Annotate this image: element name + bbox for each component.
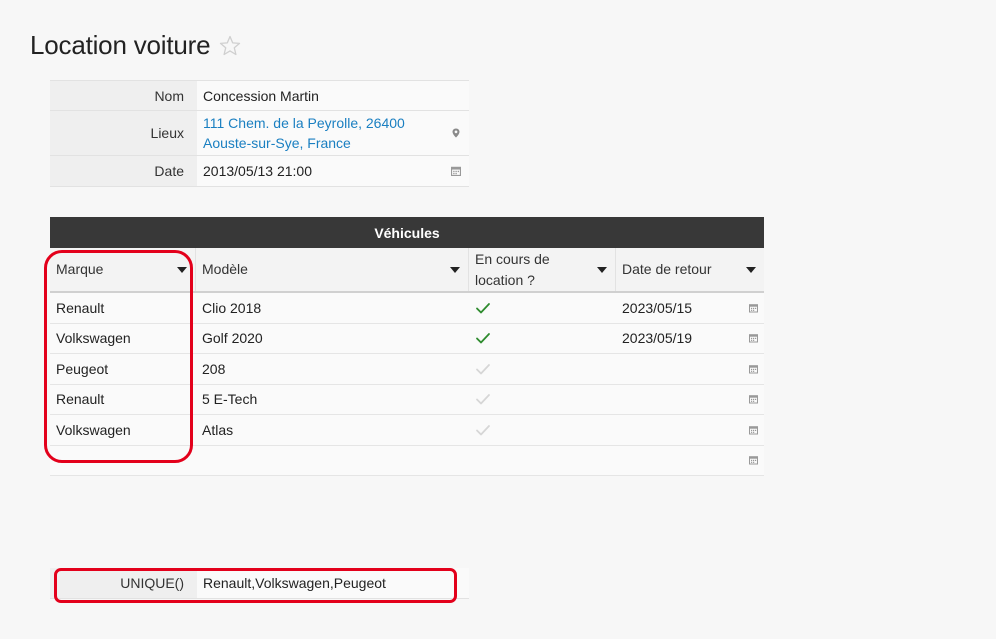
cell-en-cours[interactable] — [469, 354, 616, 384]
page-title: Location voiture — [30, 30, 211, 60]
map-pin-icon[interactable] — [451, 128, 461, 138]
record-form: Nom Concession Martin Lieux 111 Chem. de… — [50, 80, 469, 187]
calendar-icon[interactable] — [451, 166, 461, 176]
address-line-1[interactable]: 111 Chem. de la Peyrolle, 26400 — [203, 113, 405, 133]
date-value[interactable]: 2013/05/13 21:00 — [203, 163, 312, 179]
caret-down-icon[interactable] — [746, 266, 756, 273]
checkmark-icon[interactable] — [475, 300, 491, 316]
cell-marque[interactable]: Volkswagen — [50, 415, 196, 445]
cell-date-retour[interactable] — [616, 415, 764, 445]
cell-date-retour[interactable]: 2023/05/19 — [616, 324, 764, 354]
checkmark-icon[interactable] — [475, 361, 491, 377]
cell-marque[interactable] — [50, 446, 196, 476]
cell-modele[interactable]: 5 E-Tech — [196, 385, 469, 415]
form-row-nom: Nom Concession Martin — [50, 81, 469, 111]
cell-modele[interactable]: 208 — [196, 354, 469, 384]
calendar-icon[interactable] — [749, 364, 758, 374]
cell-date-retour[interactable] — [616, 385, 764, 415]
column-header-label-line-1: En cours de — [475, 250, 550, 267]
address-link[interactable]: 111 Chem. de la Peyrolle, 26400 Aouste-s… — [203, 113, 445, 153]
field-label: Date — [50, 156, 197, 186]
form-row-lieux: Lieux 111 Chem. de la Peyrolle, 26400 Ao… — [50, 111, 469, 156]
table-row: Volkswagen Golf 2020 2023/05/19 — [50, 323, 764, 354]
address-line-2[interactable]: Aouste-sur-Sye, France — [203, 133, 405, 153]
column-header-date-retour[interactable]: Date de retour — [616, 248, 764, 291]
table-row: Peugeot 208 — [50, 354, 764, 385]
formula-value[interactable]: Renault,Volkswagen,Peugeot — [197, 568, 469, 598]
table-title: Véhicules — [50, 217, 764, 248]
calendar-icon[interactable] — [749, 334, 758, 343]
cell-modele[interactable] — [196, 446, 469, 476]
field-lieux-value[interactable]: 111 Chem. de la Peyrolle, 26400 Aouste-s… — [197, 111, 469, 155]
star-outline-icon[interactable] — [218, 34, 242, 58]
field-nom-value[interactable]: Concession Martin — [197, 81, 469, 110]
checkmark-icon[interactable] — [475, 330, 491, 346]
cell-marque[interactable]: Renault — [50, 385, 196, 415]
table-header: Marque Modèle En cours de location ? Dat… — [50, 248, 764, 293]
date-retour-value: 2023/05/19 — [622, 330, 693, 347]
cell-date-retour[interactable] — [616, 446, 764, 476]
column-header-modele[interactable]: Modèle — [196, 248, 469, 291]
cell-date-retour[interactable]: 2023/05/15 — [616, 293, 764, 323]
checkmark-icon[interactable] — [475, 422, 491, 438]
date-retour-value: 2023/05/15 — [622, 299, 693, 316]
field-label: Nom — [50, 81, 197, 110]
column-header-marque[interactable]: Marque — [50, 248, 196, 291]
cell-en-cours[interactable] — [469, 446, 616, 476]
table-row — [50, 445, 764, 476]
cell-marque[interactable]: Renault — [50, 293, 196, 323]
vehicles-table: Véhicules Marque Modèle En cours de loca… — [50, 217, 764, 476]
cell-en-cours[interactable] — [469, 293, 616, 323]
column-header-label-line-2: location ? — [475, 271, 535, 288]
form-row-date: Date 2013/05/13 21:00 — [50, 156, 469, 187]
title-row: Location voiture — [30, 30, 242, 61]
cell-en-cours[interactable] — [469, 324, 616, 354]
calendar-icon[interactable] — [749, 425, 758, 435]
cell-marque[interactable]: Volkswagen — [50, 324, 196, 354]
cell-date-retour[interactable] — [616, 354, 764, 384]
checkmark-icon[interactable] — [475, 391, 491, 407]
cell-modele[interactable]: Clio 2018 — [196, 293, 469, 323]
cell-en-cours[interactable] — [469, 415, 616, 445]
column-header-label: Marque — [56, 261, 104, 277]
calendar-icon[interactable] — [749, 395, 758, 404]
column-header-en-cours[interactable]: En cours de location ? — [469, 248, 616, 291]
column-header-label: Modèle — [202, 261, 248, 277]
cell-modele[interactable]: Golf 2020 — [196, 324, 469, 354]
table-body: Renault Clio 2018 2023/05/15 Volkswagen Golf… — [50, 293, 764, 476]
field-date-value[interactable]: 2013/05/13 21:00 — [197, 156, 469, 186]
caret-down-icon[interactable] — [597, 266, 607, 273]
calendar-icon[interactable] — [749, 303, 758, 313]
table-row: Renault Clio 2018 2023/05/15 — [50, 293, 764, 324]
column-header-label: Date de retour — [622, 261, 712, 277]
formula-label: UNIQUE() — [50, 568, 197, 598]
calendar-icon[interactable] — [749, 456, 758, 465]
unique-formula-row: UNIQUE() Renault,Volkswagen,Peugeot — [50, 568, 469, 599]
column-header-label: En cours de location ? — [475, 249, 550, 291]
table-row: Volkswagen Atlas — [50, 415, 764, 446]
caret-down-icon[interactable] — [177, 266, 187, 273]
cell-modele[interactable]: Atlas — [196, 415, 469, 445]
table-row: Renault 5 E-Tech — [50, 384, 764, 415]
cell-en-cours[interactable] — [469, 385, 616, 415]
cell-marque[interactable]: Peugeot — [50, 354, 196, 384]
caret-down-icon[interactable] — [450, 266, 460, 273]
field-label: Lieux — [50, 111, 197, 155]
